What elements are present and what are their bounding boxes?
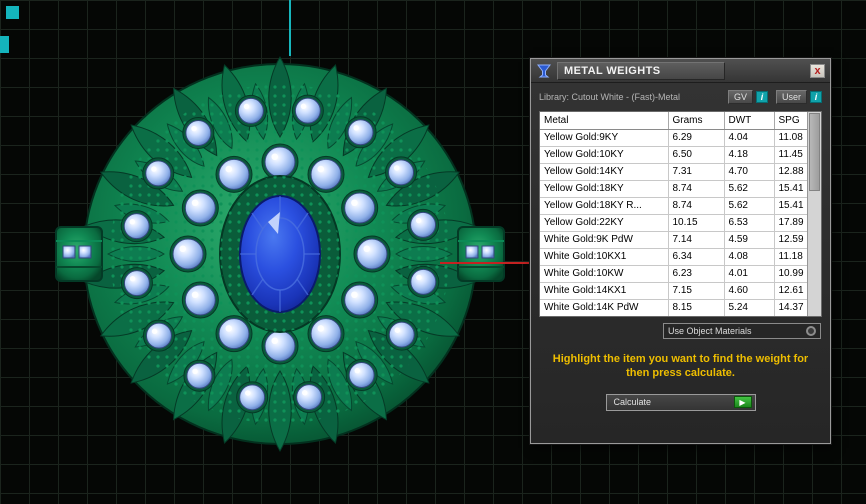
table-row[interactable]: Yellow Gold:10KY 6.50 4.18 11.45 [540, 146, 821, 164]
table-cell: 4.04 [724, 129, 775, 147]
table-cell: 6.50 [668, 146, 725, 164]
library-label: Library: Cutout White - (Fast)-Metal [539, 92, 681, 102]
calculate-label: Calculate [613, 397, 652, 408]
metal-weights-table: Metal Grams DWT SPG Yellow Gold:9KY 6.29 4.04… [539, 111, 822, 317]
table-cell: 8.74 [668, 180, 725, 198]
table-cell: 5.62 [724, 180, 775, 198]
table-cell: 6.53 [724, 214, 775, 232]
table-row[interactable]: Yellow Gold:22KY 10.15 6.53 17.89 [540, 214, 821, 232]
table-header-row: Metal Grams DWT SPG [540, 112, 821, 130]
table-cell: Yellow Gold:18KY [540, 180, 669, 198]
table-cell: 4.18 [724, 146, 775, 164]
calculate-button[interactable]: Calculate ▶ [605, 393, 756, 411]
gv-button[interactable]: GV [727, 90, 753, 104]
metal-weights-icon [537, 64, 551, 77]
table-row[interactable]: Yellow Gold:14KY 7.31 4.70 12.88 [540, 163, 821, 181]
table-cell: 7.14 [668, 231, 725, 249]
right-shank [457, 226, 505, 282]
left-shank [55, 226, 103, 282]
play-icon: ▶ [733, 396, 752, 409]
table-cell: 4.59 [724, 231, 775, 249]
table-cell: Yellow Gold:18KY R... [540, 197, 669, 215]
table-cell: Yellow Gold:14KY [540, 163, 669, 181]
table-cell: White Gold:10KW [540, 265, 669, 283]
table-row[interactable]: White Gold:10KX1 6.34 4.08 11.18 [540, 248, 821, 266]
table-cell: 8.74 [668, 197, 725, 215]
table-cell: 4.60 [724, 282, 775, 300]
table-row[interactable]: White Gold:14KX1 7.15 4.60 12.61 [540, 282, 821, 300]
table-cell: 4.08 [724, 248, 775, 266]
table-cell: 5.62 [724, 197, 775, 215]
table-row[interactable]: White Gold:9K PdW 7.14 4.59 12.59 [540, 231, 821, 249]
close-icon[interactable]: x [810, 63, 825, 78]
table-row[interactable]: Yellow Gold:9KY 6.29 4.04 11.08 [540, 129, 821, 147]
dialog-titlebar[interactable]: METAL WEIGHTS x [531, 59, 830, 83]
table-row[interactable]: White Gold:14K PdW 8.15 5.24 14.37 [540, 299, 821, 316]
table-cell: 7.31 [668, 163, 725, 181]
viewport-marker-icon [6, 6, 19, 19]
table-cell: 4.70 [724, 163, 775, 181]
table-cell: 6.34 [668, 248, 725, 266]
table-cell: Yellow Gold:9KY [540, 129, 669, 147]
dialog-title: METAL WEIGHTS [557, 61, 725, 80]
center-gem [239, 195, 321, 313]
table-row[interactable]: Yellow Gold:18KY 8.74 5.62 15.41 [540, 180, 821, 198]
table-cell: White Gold:10KX1 [540, 248, 669, 266]
table-cell: 5.24 [724, 299, 775, 316]
table-cell: 8.15 [668, 299, 725, 316]
table-cell: 10.15 [668, 214, 725, 232]
table-cell: Yellow Gold:10KY [540, 146, 669, 164]
ring-model [55, 55, 505, 453]
instruction-text: Highlight the item you want to find the … [552, 353, 809, 380]
table-scrollbar[interactable] [807, 112, 821, 316]
table-cell: 6.29 [668, 129, 725, 147]
materials-dropdown[interactable]: Use Object Materials [663, 323, 821, 339]
column-header: DWT [724, 112, 775, 130]
table-cell: 7.15 [668, 282, 725, 300]
dialog-subheader: Library: Cutout White - (Fast)-Metal GV … [531, 83, 830, 111]
materials-dropdown-label: Use Object Materials [668, 326, 752, 336]
gv-info-icon[interactable]: i [755, 91, 768, 103]
user-button[interactable]: User [775, 90, 807, 104]
table-cell: 4.01 [724, 265, 775, 283]
table-cell: Yellow Gold:22KY [540, 214, 669, 232]
metal-weights-dialog: METAL WEIGHTS x Library: Cutout White - … [530, 58, 831, 444]
table-cell: White Gold:9K PdW [540, 231, 669, 249]
table-cell: White Gold:14KX1 [540, 282, 669, 300]
scrollbar-thumb[interactable] [809, 113, 820, 191]
column-header: Metal [540, 112, 669, 130]
z-axis-line [289, 0, 291, 56]
table-row[interactable]: White Gold:10KW 6.23 4.01 10.99 [540, 265, 821, 283]
table-row[interactable]: Yellow Gold:18KY R... 8.74 5.62 15.41 [540, 197, 821, 215]
x-axis-line [440, 262, 540, 264]
table-cell: White Gold:14K PdW [540, 299, 669, 316]
table-cell: 6.23 [668, 265, 725, 283]
column-header: Grams [668, 112, 725, 130]
dropdown-indicator-icon [806, 326, 816, 336]
viewport-marker-icon [0, 36, 9, 53]
user-info-icon[interactable]: i [810, 91, 822, 103]
